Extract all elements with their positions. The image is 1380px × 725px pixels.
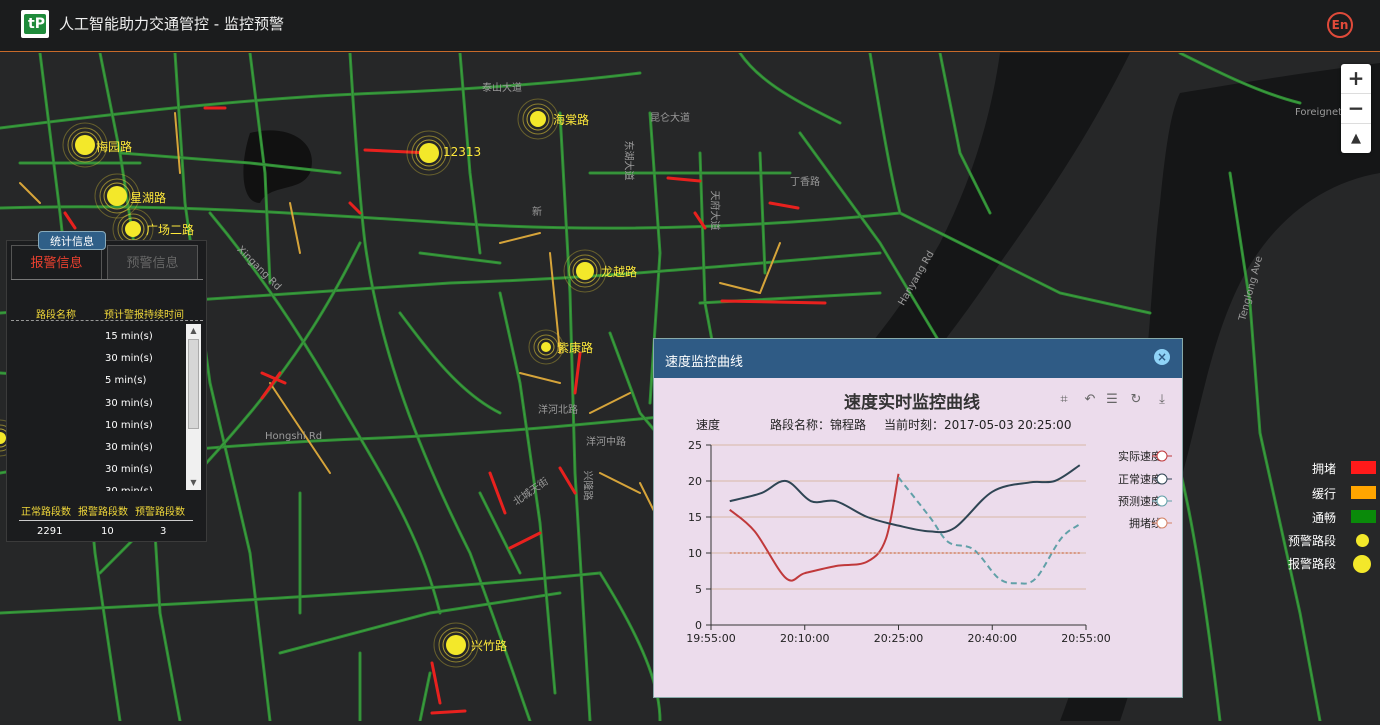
statistics-panel: 报警信息 预警信息 路段名称 预计警报持续时间 15 min(s) 30 min…: [6, 240, 207, 542]
actual-speed-line: [729, 473, 900, 582]
y-tick-label: 5: [695, 583, 702, 596]
alarm-count-value: 10: [101, 526, 114, 537]
map-place-name: 丁香路: [790, 177, 820, 188]
column-header-road: 路段名称: [36, 310, 76, 321]
map-place-name: 洋河中路: [586, 437, 626, 448]
map-place-name: 洋河北路: [538, 405, 578, 416]
alarm-dot-icon: [1353, 555, 1371, 573]
top-bar: tP 人工智能助力交通管控 - 监控预警 En: [0, 0, 1380, 52]
warning-road-label[interactable]: 海棠路: [553, 111, 589, 128]
y-axis-label: 速度: [696, 418, 721, 432]
warning-point-marker: [75, 135, 95, 155]
y-tick-label: 10: [688, 547, 702, 560]
list-item[interactable]: 5 min(s): [13, 370, 183, 392]
zoom-in-button[interactable]: +: [1341, 64, 1371, 94]
y-tick-label: 0: [695, 619, 702, 632]
speed-monitor-dialog: 速度监控曲线 × 0 5 10 15 20 25 19:55:00 20:10:00 20:25…: [653, 338, 1183, 698]
legend-swatch: [1351, 486, 1376, 499]
map-place-name: 兴隆路: [581, 470, 593, 501]
warning-point-marker: [107, 186, 127, 206]
warning-point-marker: [419, 143, 439, 163]
x-tick-label: 20:25:00: [874, 632, 923, 645]
x-tick-label: 20:10:00: [780, 632, 829, 645]
road-segment: [720, 299, 827, 305]
list-item[interactable]: 30 min(s): [13, 459, 183, 481]
list-scrollbar[interactable]: ▲ ▼: [186, 324, 201, 490]
map-place-name: 新: [532, 207, 542, 218]
scrollbar-thumb[interactable]: [188, 339, 199, 429]
legend-swatch: [1351, 510, 1376, 523]
warning-road-label[interactable]: 12313: [443, 145, 481, 159]
warning-road-label[interactable]: 龙越路: [601, 263, 637, 280]
alarm-list[interactable]: 15 min(s) 30 min(s) 5 min(s) 30 min(s) 1…: [13, 326, 183, 491]
legend-marker-actual-speed: [1152, 450, 1172, 462]
undo-icon[interactable]: ↶: [1082, 392, 1098, 408]
column-header-duration: 预计警报持续时间: [104, 310, 184, 321]
warning-dot-icon: [1356, 534, 1369, 547]
language-toggle-button[interactable]: En: [1327, 12, 1353, 38]
scroll-up-icon[interactable]: ▲: [186, 324, 201, 338]
warning-road-label[interactable]: 星湖路: [130, 189, 166, 206]
warning-road-label[interactable]: 广场二路: [146, 221, 194, 238]
warning-point-marker: [446, 635, 466, 655]
legend-marker-predicted-speed: [1152, 495, 1172, 507]
list-item[interactable]: 30 min(s): [13, 393, 183, 415]
warning-road-label[interactable]: 兴竹路: [471, 637, 507, 654]
warning-road-label[interactable]: 梅园路: [96, 138, 132, 155]
zoom-icon[interactable]: ⌗: [1056, 392, 1072, 408]
map-place-name: 泰山大道: [482, 83, 522, 94]
compass-icon[interactable]: ▲: [1341, 124, 1371, 153]
legend-label: 预警路段: [1287, 534, 1336, 548]
current-time: 当前时刻：2017-05-03 20:25:00: [884, 418, 1072, 432]
normal-speed-line: [729, 464, 1081, 534]
x-tick-label: 20:55:00: [1061, 632, 1110, 645]
map-place-name: Foreignet: [1295, 107, 1343, 118]
legend-label: 缓行: [1311, 487, 1336, 501]
segment-name: 路段名称：锦程路: [770, 418, 867, 432]
normal-count-label: 正常路段数: [21, 507, 71, 518]
refresh-icon[interactable]: ↻: [1128, 392, 1144, 408]
y-tick-label: 15: [688, 511, 702, 524]
map-place-name: 天府大道: [708, 190, 720, 231]
statistics-tag: 统计信息: [38, 231, 106, 250]
legend-label: 通畅: [1311, 511, 1336, 525]
x-tick-label: 19:55:00: [686, 632, 735, 645]
normal-count-value: 2291: [37, 526, 63, 537]
map-place-name: 东湖大道: [622, 140, 634, 181]
y-tick-label: 25: [688, 439, 702, 452]
download-icon[interactable]: ⤓: [1154, 392, 1170, 408]
list-item[interactable]: 10 min(s): [13, 415, 183, 437]
legend-label: 报警路段: [1287, 557, 1336, 571]
warning-count-label: 预警路段数: [135, 507, 185, 518]
warning-point-marker: [530, 111, 546, 127]
map-zoom-control: + − ▲: [1341, 64, 1371, 153]
warning-point-marker: [125, 221, 141, 237]
list-item[interactable]: 15 min(s): [13, 326, 183, 348]
list-item[interactable]: 30 min(s): [13, 348, 183, 370]
legend-swatch: [1351, 461, 1376, 474]
app-title: 人工智能助力交通管控 - 监控预警: [59, 15, 284, 33]
legend-label: 拥堵: [1311, 462, 1336, 476]
chart-title: 速度实时监控曲线: [844, 393, 980, 413]
data-view-icon[interactable]: ☰: [1104, 392, 1120, 408]
map-place-name: 昆仑大道: [650, 113, 690, 124]
warning-point-marker: [541, 342, 551, 352]
scroll-down-icon[interactable]: ▼: [186, 476, 201, 490]
legend-marker-congestion-line: [1152, 517, 1172, 529]
warning-road-label[interactable]: 紫康路: [557, 339, 593, 356]
app-logo: tP: [21, 10, 49, 38]
list-item[interactable]: 30 min(s): [13, 437, 183, 459]
map-place-name: Hongshi Rd: [265, 431, 323, 442]
road-segment: [430, 709, 467, 715]
tab-warning-info[interactable]: 预警信息: [107, 245, 198, 279]
warning-point-marker: [576, 262, 594, 280]
alarm-count-label: 报警路段数: [78, 507, 128, 518]
zoom-out-button[interactable]: −: [1341, 94, 1371, 124]
legend-marker-normal-speed: [1152, 473, 1172, 485]
list-item[interactable]: 30 min(s): [13, 481, 183, 491]
x-tick-label: 20:40:00: [968, 632, 1017, 645]
y-tick-label: 20: [688, 475, 702, 488]
warning-count-value: 3: [160, 526, 167, 537]
